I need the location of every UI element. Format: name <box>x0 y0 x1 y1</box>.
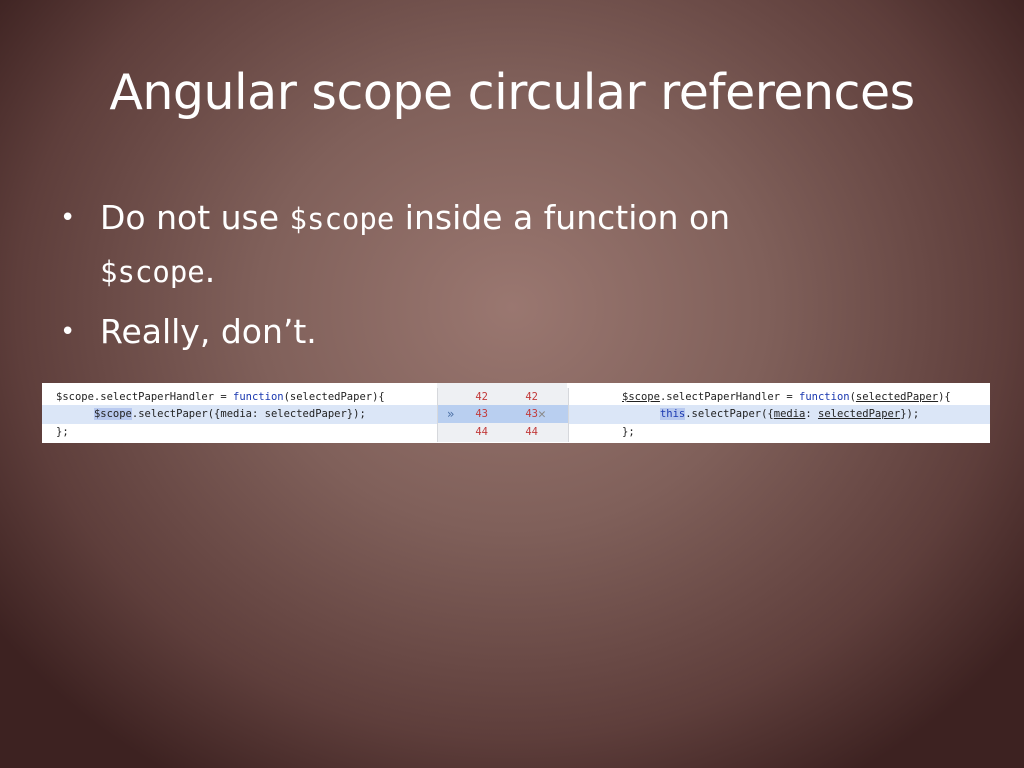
bullet-list: • Do not use $scope inside a function on… <box>60 192 960 366</box>
bullet-dot-icon: • <box>60 317 76 347</box>
line-number-left: 43 <box>475 408 488 420</box>
line-number-right: 43 <box>525 408 538 420</box>
left-code-line: }; <box>56 426 69 438</box>
bullet-code: $scope <box>100 255 205 289</box>
bullet-item: • Really, don’t. <box>60 306 960 358</box>
left-code-line: $scope.selectPaper({media: selectedPaper… <box>93 408 366 420</box>
diff-row: }; 44 44 }; <box>42 423 990 442</box>
diff-gutter <box>437 405 569 424</box>
apply-change-arrow-icon[interactable]: » <box>447 405 454 424</box>
discard-change-icon[interactable]: ✕ <box>538 405 546 424</box>
bullet-text: . <box>204 251 216 290</box>
right-code-line: }; <box>622 426 635 438</box>
right-code-line: this.selectPaper({media: selectedPaper})… <box>659 408 920 420</box>
bullet-text: Really, don’t. <box>100 312 317 351</box>
bullet-text: Do not use <box>100 198 290 237</box>
bullet-text: inside a function on <box>394 198 731 237</box>
line-number-right: 44 <box>525 426 538 438</box>
diff-gutter <box>437 423 569 442</box>
diff-row-changed: $scope.selectPaper({media: selectedPaper… <box>42 405 990 424</box>
line-number-left: 44 <box>475 426 488 438</box>
slide-title: Angular scope circular references <box>109 64 915 121</box>
bullet-code: $scope <box>289 202 395 236</box>
bullet-dot-icon: • <box>60 203 76 233</box>
bullet-item: • Do not use $scope inside a function on… <box>60 192 960 298</box>
code-diff-panel: 41 41 $scope.selectPaperHandler = functi… <box>42 383 990 443</box>
